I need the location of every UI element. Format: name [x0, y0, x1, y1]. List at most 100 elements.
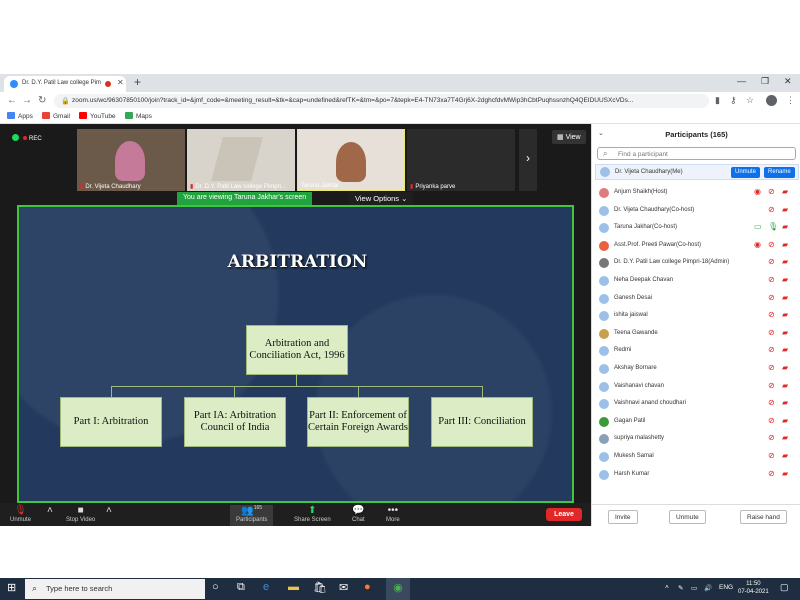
pen-icon[interactable]: ✎	[678, 584, 683, 592]
bookmark-apps[interactable]: Apps	[7, 112, 33, 120]
mic-muted-icon: 🎙	[14, 505, 27, 516]
participant-row[interactable]: Redmi ⊘ ▰	[592, 343, 800, 360]
view-options-button[interactable]: View Options ⌄	[349, 192, 414, 205]
participant-row[interactable]: Akshay Bornare ⊘ ▰	[592, 361, 800, 378]
participant-row[interactable]: ishita jaiswal ⊘ ▰	[592, 308, 800, 325]
browser-tab[interactable]: Dr. D.Y. Patil Law college Pim ✕	[4, 76, 126, 92]
connector-line	[111, 386, 112, 397]
stop-video-button[interactable]: ■ Stop Video	[66, 505, 95, 523]
participant-row[interactable]: Neha Deepak Chavan ⊘ ▰	[592, 273, 800, 290]
participant-row[interactable]: Dr. D.Y. Patil Law college Pimpri-18(Adm…	[592, 255, 800, 272]
file-explorer-icon[interactable]: ▬	[288, 581, 299, 593]
video-thumbnail[interactable]: ▮ Dr. D.Y. Patil Law college Pimpri...	[187, 129, 295, 191]
mic-muted-icon: ⊘	[768, 204, 775, 214]
new-tab-button[interactable]: +	[134, 75, 141, 89]
participant-row-me[interactable]: Dr. Vijeta Chaudhary(Me) Unmute Rename	[595, 164, 799, 180]
participant-row[interactable]: Dr. Vijeta Chaudhary(Co-host) ⊘ ▰	[592, 203, 800, 220]
bookmark-youtube[interactable]: YouTube	[79, 112, 116, 120]
unmute-button[interactable]: 🎙 Unmute	[10, 505, 31, 523]
search-icon: ⌕	[32, 583, 38, 593]
more-button[interactable]: ••• More	[386, 505, 400, 523]
participant-row[interactable]: supriya malashetty ⊘ ▰	[592, 431, 800, 448]
mail-icon[interactable]: ✉	[339, 581, 348, 594]
chrome-icon[interactable]: ◉	[386, 578, 410, 600]
participant-row[interactable]: Vaishanavi chavan ⊘ ▰	[592, 379, 800, 396]
participants-button[interactable]: 👥165 Participants	[230, 505, 274, 526]
video-options-chevron-icon[interactable]: ˄	[106, 505, 112, 517]
video-off-icon: ▰	[782, 187, 789, 196]
video-thumbnail-active-speaker[interactable]: Taruna Jakhar	[297, 129, 405, 191]
video-off-icon: ▰	[782, 433, 789, 443]
star-icon[interactable]: ☆	[746, 95, 754, 106]
participant-row[interactable]: Harsh Kumar ⊘ ▰	[592, 467, 800, 484]
thumbnail-name: Dr. D.Y. Patil Law college Pimpri...	[195, 184, 286, 190]
tray-chevron-icon[interactable]: ˄	[665, 584, 669, 591]
volume-icon[interactable]: 🔊	[704, 584, 712, 592]
view-button[interactable]: ▦ View	[552, 130, 586, 144]
encryption-shield-icon	[12, 134, 19, 141]
bookmark-gmail[interactable]: Gmail	[42, 112, 70, 120]
unmute-me-button[interactable]: Unmute	[731, 167, 761, 178]
video-thumbnail[interactable]: ▮ Dr. Vijeta Chaudhary	[77, 129, 185, 191]
close-tab-icon[interactable]: ✕	[117, 78, 124, 87]
profile-avatar[interactable]	[766, 95, 777, 106]
unmute-all-button[interactable]: Unmute	[669, 510, 706, 524]
connector-line	[358, 386, 359, 397]
forward-icon[interactable]: →	[22, 95, 32, 106]
key-icon[interactable]: ⚷	[730, 95, 737, 106]
notification-icon[interactable]: ▢	[780, 582, 789, 593]
slide-child-box: Part II: Enforcement of Certain Foreign …	[307, 397, 409, 447]
participant-row[interactable]: Gagan Patil ⊘ ▰	[592, 414, 800, 431]
mic-muted-icon: ⊘	[768, 275, 775, 284]
maximize-icon[interactable]: ❐	[761, 76, 769, 87]
close-window-icon[interactable]: ✕	[784, 76, 792, 87]
participant-name: Akshay Bornare	[614, 365, 657, 371]
participant-row[interactable]: Mukesh Samal ⊘ ▰	[592, 449, 800, 466]
participants-panel: ⌄ Participants (165) ⌕ Find a participan…	[591, 124, 800, 526]
edge-icon[interactable]: e	[263, 581, 269, 593]
store-icon[interactable]: 🛍	[313, 581, 327, 594]
next-page-arrow-icon[interactable]: ›	[519, 129, 537, 191]
back-icon[interactable]: ←	[7, 95, 17, 106]
camera-blocked-icon[interactable]: ▮	[715, 95, 720, 106]
participant-row[interactable]: Vaishnavi anand choudhari ⊘ ▰	[592, 396, 800, 413]
minimize-icon[interactable]: —	[737, 76, 746, 86]
bookmark-maps[interactable]: Maps	[125, 112, 152, 120]
chat-button[interactable]: 💬 Chat	[352, 505, 365, 523]
video-off-icon: ▰	[782, 310, 789, 320]
invite-button[interactable]: Invite	[608, 510, 638, 524]
leave-button[interactable]: Leave	[546, 508, 582, 521]
participant-search-input[interactable]: ⌕ Find a participant	[597, 147, 796, 160]
audio-options-chevron-icon[interactable]: ˄	[47, 505, 53, 517]
rename-button[interactable]: Rename	[764, 167, 795, 178]
reload-icon[interactable]: ↻	[38, 95, 46, 106]
video-off-icon: ▰	[782, 415, 789, 425]
muted-mic-icon: ▮	[190, 184, 194, 190]
participant-row[interactable]: Ganesh Desai ⊘ ▰	[592, 291, 800, 308]
task-view-icon[interactable]: ⧉	[237, 581, 245, 594]
share-screen-button[interactable]: ⬆ Share Screen	[294, 505, 331, 523]
taskbar-search-input[interactable]: ⌕ Type here to search	[25, 579, 205, 599]
mic-muted-icon: ⊘	[768, 257, 775, 267]
raise-hand-button[interactable]: Raise hand	[740, 510, 787, 524]
participant-name: Taruna Jakhar(Co-host)	[614, 224, 678, 231]
windows-start-icon[interactable]: ⊞	[7, 581, 16, 594]
firefox-icon[interactable]: ●	[364, 581, 371, 593]
video-off-icon: ▰	[782, 468, 789, 478]
video-thumbnail[interactable]: ▮ Priyanka parve	[407, 129, 515, 191]
participant-name: Dr. D.Y. Patil Law college Pimpri-18(Adm…	[614, 259, 730, 266]
network-icon[interactable]: ▭	[691, 584, 697, 592]
language-indicator[interactable]: ENG	[719, 584, 733, 591]
participant-row[interactable]: Teena Gawande ⊘ ▰	[592, 326, 800, 343]
video-off-icon: ▰	[782, 451, 789, 460]
participant-row[interactable]: Asst.Prof. Preeti Pawar(Co-host) ◉ ⊘ ▰	[592, 238, 800, 255]
avatar	[599, 293, 609, 304]
cortana-icon[interactable]: ○	[212, 581, 219, 593]
mic-muted-icon: ⊘	[768, 310, 775, 320]
menu-icon[interactable]: ⋮	[786, 95, 795, 106]
more-dots-icon: •••	[387, 505, 399, 516]
url-field[interactable]: 🔒 zoom.us/wc/96307850100/join?track_id=&…	[54, 94, 709, 108]
participant-row[interactable]: Anjum Shaikh(Host) ◉ ⊘ ▰	[592, 185, 800, 202]
system-clock[interactable]: 11:50 07-04-2021	[738, 580, 769, 597]
participant-row[interactable]: Taruna Jakhar(Co-host) ▭ 🎙 ▰	[592, 220, 800, 237]
